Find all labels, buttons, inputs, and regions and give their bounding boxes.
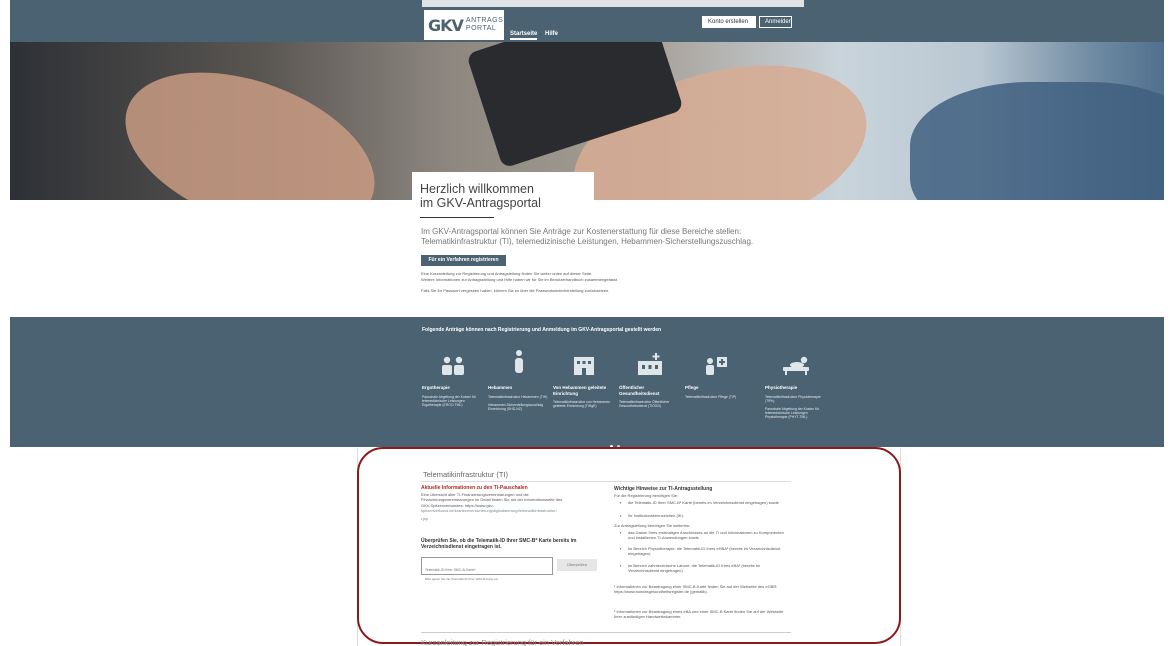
ti-notes-bullet: die Telematik-ID Ihrer SMC-B¹ Karte (ber… bbox=[620, 500, 790, 505]
welcome-title: Herzlich willkommen im GKV-Antragsportal bbox=[420, 182, 586, 210]
header-bar bbox=[10, 0, 1164, 42]
ti-news-heading: Aktuelle Informationen zu den TI-Pauscha… bbox=[421, 485, 528, 491]
band-title: Folgende Anträge können nach Registrieru… bbox=[422, 327, 662, 333]
info-text-guide: Eine Kurzanleitung zur Registrierung und… bbox=[421, 271, 593, 276]
welcome-title-line2: im GKV-Antragsportal bbox=[420, 196, 541, 210]
check-button[interactable]: Überprüfen bbox=[557, 559, 597, 571]
logo-text-line1: ANTRAGS bbox=[465, 17, 504, 24]
category-desc-2: Pauschale Abgeltung der Kosten für telem… bbox=[765, 406, 820, 420]
top-strip bbox=[422, 0, 804, 7]
short-guide-title: Kurzanleitung zur Registrierung für ein … bbox=[421, 638, 584, 646]
nav-home[interactable]: Startseite bbox=[510, 31, 538, 40]
register-procedure-button[interactable]: Für ein Verfahren registrieren bbox=[421, 255, 506, 266]
midwife-icon bbox=[488, 347, 550, 375]
telematik-id-hint: Bitte geben Sie die Telematik-ID Ihrer S… bbox=[425, 577, 499, 581]
ti-title: Telematikinfrastruktur (TI) bbox=[423, 470, 509, 479]
ti-notes-bullet: im Bereich zahntechnische Labore: die Te… bbox=[620, 563, 790, 573]
category-pflege[interactable]: Pflege Telematikinfrastruktur Pflege (TI… bbox=[685, 347, 747, 399]
logo-mark: GKV bbox=[428, 15, 464, 35]
create-account-button[interactable]: Konto erstellen bbox=[702, 16, 756, 28]
category-title: Von Hebammen geleitete Einrichtung bbox=[553, 385, 607, 396]
category-ergotherapie[interactable]: Ergotherapie Pauschale Abgeltung der Kos… bbox=[422, 347, 484, 407]
telematik-check-heading: Überprüfen Sie, ob die Telematik-ID Ihre… bbox=[421, 538, 577, 550]
info-text-password: Falls Sie Ihr Passwort vergessen haben, … bbox=[421, 288, 610, 293]
logo[interactable]: GKV ANTRAGS PORTAL bbox=[424, 10, 504, 40]
people-icon bbox=[422, 347, 484, 375]
intro-text: Im GKV-Antragsportal können Sie Anträge … bbox=[421, 227, 754, 246]
hero-hand-left bbox=[103, 42, 397, 200]
ti-news-link[interactable]: spitzenverband.de/krankenversicherung/di… bbox=[421, 508, 557, 513]
category-hebammen[interactable]: Hebammen Telematikinfrastruktur Hebammen… bbox=[488, 347, 550, 411]
login-button[interactable]: Anmelden bbox=[759, 16, 792, 28]
section-divider bbox=[421, 632, 791, 633]
category-title: Ergotherapie bbox=[422, 385, 450, 390]
category-desc: Pauschale Abgeltung der Kosten für telem… bbox=[422, 394, 477, 407]
category-physiotherapie[interactable]: Physiotherapie Telematikinfrastruktur Ph… bbox=[765, 347, 827, 420]
ti-footnote: ² Informationen zur Beantragung eines eB… bbox=[614, 609, 784, 619]
ti-title-divider bbox=[421, 481, 791, 482]
category-desc: Telematikinfrastruktur Physiotherapie (T… bbox=[765, 394, 821, 403]
logo-mark-text: GKV bbox=[428, 15, 464, 35]
category-title: Hebammen bbox=[488, 385, 513, 390]
building-icon bbox=[553, 347, 615, 375]
applications-band: Folgende Anträge können nach Registrieru… bbox=[10, 317, 1164, 448]
health-office-icon bbox=[619, 347, 681, 375]
welcome-divider bbox=[420, 217, 494, 218]
category-desc: Telematikinfrastruktur Pflege (TIP) bbox=[685, 394, 737, 399]
physio-icon bbox=[765, 347, 827, 375]
ti-notes-bullet: das Datum Ihres erstmaligen Anschlusses … bbox=[620, 530, 790, 540]
telematik-id-field[interactable] bbox=[421, 557, 553, 578]
category-hebammen-einrichtung[interactable]: Von Hebammen geleitete Einrichtung Telem… bbox=[553, 347, 615, 408]
category-title: Öffentlicher Gesundheitsdienst bbox=[619, 385, 660, 396]
hero-shirt bbox=[910, 82, 1164, 200]
telematik-id-input[interactable] bbox=[422, 562, 552, 578]
category-title: Pflege bbox=[685, 385, 699, 390]
category-desc: Telematikinfrastruktur Hebammen (TIH) bbox=[488, 394, 548, 399]
category-desc: Telematikinfrastruktur Öffentlicher Gesu… bbox=[619, 400, 670, 409]
ti-notes-heading: Wichtige Hinweise zur TI-Antragsstellung bbox=[614, 486, 713, 492]
category-desc-2: Hebammen-Sicherstellungszuschlag Einreic… bbox=[488, 402, 544, 411]
ti-footnote: ¹ Informationen zur Beantragung einer SM… bbox=[614, 584, 778, 594]
welcome-box: Herzlich willkommen im GKV-Antragsportal bbox=[412, 172, 594, 220]
welcome-title-line1: Herzlich willkommen bbox=[420, 182, 534, 196]
ti-notes-bullet: Ihr Institutionskennzeichen (IK). bbox=[620, 513, 790, 518]
category-title: Physiotherapie bbox=[765, 385, 798, 390]
ti-notes-bullet: im Bereich Physiotherapie: die Telematik… bbox=[620, 546, 790, 556]
logo-text-line2: PORTAL bbox=[465, 25, 497, 32]
care-icon bbox=[685, 347, 747, 375]
ti-notes-text: Für die Registrierung benötigen Sie: bbox=[614, 493, 679, 498]
category-oegd[interactable]: Öffentlicher Gesundheitsdienst Telematik… bbox=[619, 347, 681, 408]
info-text-manual: Weitere Informationen zur Antragsstellun… bbox=[421, 277, 619, 282]
ti-news-text: Finanzierungsvereinbarungen im Detail fi… bbox=[421, 497, 563, 502]
logo-text: ANTRAGS PORTAL bbox=[466, 17, 503, 33]
nav-help[interactable]: Hilfe bbox=[545, 31, 558, 37]
ti-notes-text: Zur Antragstellung benötigen Sie weiterh… bbox=[614, 523, 691, 528]
ti-news-link[interactable]: i.jsp bbox=[421, 516, 428, 521]
category-desc: Telematikinfrastruktur von Hebammen gele… bbox=[553, 400, 611, 409]
